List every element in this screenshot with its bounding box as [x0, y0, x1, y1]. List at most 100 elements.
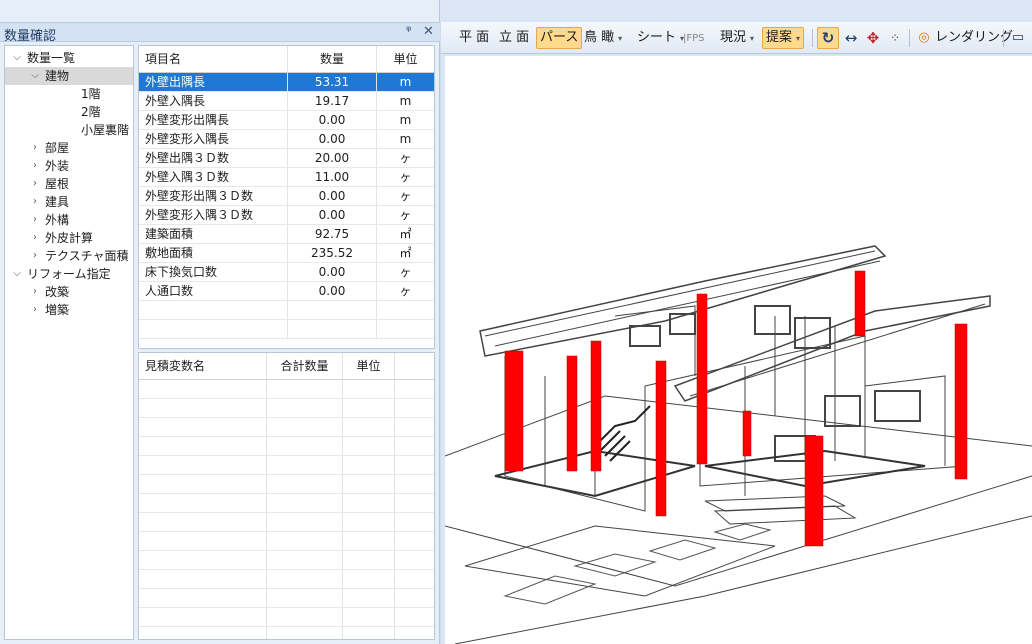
empty-cell — [395, 437, 434, 455]
tree-item-label: 部屋 — [45, 141, 70, 155]
column-header-total-qty[interactable]: 合計数量 — [267, 353, 343, 379]
empty-cell — [139, 320, 288, 338]
tree-item[interactable]: › 増築 — [5, 301, 133, 319]
chevron-down-icon[interactable]: ⌵ — [11, 265, 23, 283]
tree-item[interactable]: › 屋根 — [5, 175, 133, 193]
chevron-down-icon[interactable]: ⌵ — [29, 67, 41, 85]
empty-cell — [267, 513, 343, 531]
current-state-button[interactable]: 現況 ▾ — [720, 27, 754, 49]
tree-item-label: 外装 — [45, 159, 70, 173]
refresh-icon[interactable]: ↻ — [817, 27, 839, 49]
cell-qty: 0.00 — [288, 263, 377, 281]
table-header-row: 見積変数名 合計数量 単位 — [139, 353, 434, 380]
table-row[interactable]: 外壁変形入隅３Ｄ数 0.00 ヶ — [139, 206, 434, 225]
chevron-down-icon: ▾ — [618, 34, 623, 43]
monitor-icon[interactable]: ▭ — [1007, 27, 1029, 49]
cell-qty: 11.00 — [288, 168, 377, 186]
birdseye-view-button[interactable]: 鳥 瞰 ▾ — [584, 27, 622, 49]
empty-cell — [343, 551, 395, 569]
chevron-right-icon[interactable]: › — [29, 175, 41, 193]
fps-label: |FPS — [683, 33, 705, 44]
tree-item[interactable]: › テクスチャ面積 — [5, 247, 133, 265]
chevron-right-icon[interactable]: › — [29, 157, 41, 175]
cell-name: 人通口数 — [139, 282, 288, 300]
tree-item[interactable]: › 改築 — [5, 283, 133, 301]
table-row[interactable]: 外壁出隅３Ｄ数 20.00 ヶ — [139, 149, 434, 168]
table-row[interactable]: 建築面積 92.75 ㎡ — [139, 225, 434, 244]
table-row[interactable]: 外壁入隅３Ｄ数 11.00 ヶ — [139, 168, 434, 187]
tree-item[interactable]: 1階 — [5, 85, 133, 103]
table-row[interactable]: 敷地面積 235.52 ㎡ — [139, 244, 434, 263]
current-label: 現況 — [720, 30, 747, 45]
cell-unit: m — [377, 92, 434, 110]
empty-cell — [267, 551, 343, 569]
column-header-unit[interactable]: 単位 — [377, 46, 434, 72]
empty-cell — [139, 475, 267, 493]
cell-name: 敷地面積 — [139, 244, 288, 262]
highlighted-column — [696, 293, 708, 465]
sheet-button[interactable]: シート ▾ — [637, 27, 684, 49]
empty-row — [139, 570, 434, 589]
tree-item[interactable]: › 部屋 — [5, 139, 133, 157]
tree-item[interactable]: › 外構 — [5, 211, 133, 229]
cell-qty: 0.00 — [288, 206, 377, 224]
highlighted-column — [954, 323, 968, 480]
tree-item[interactable]: › 外装 — [5, 157, 133, 175]
column-header-estimate-name[interactable]: 見積変数名 — [139, 353, 267, 379]
empty-row — [139, 380, 434, 399]
horizontal-arrows-icon[interactable]: ↔ — [840, 27, 862, 49]
tree-item[interactable]: ⌵ リフォーム指定 — [5, 265, 133, 283]
chevron-right-icon[interactable]: › — [29, 229, 41, 247]
empty-cell — [377, 320, 434, 338]
empty-cell — [395, 551, 434, 569]
elevation-view-button[interactable]: 立 面 — [499, 27, 529, 49]
tree-item[interactable]: 小屋裏階 — [5, 121, 133, 139]
proposal-button[interactable]: 提案 ▾ — [762, 27, 805, 49]
empty-row — [139, 301, 434, 320]
empty-cell — [139, 418, 267, 436]
highlighted-column — [590, 340, 602, 472]
empty-cell — [139, 513, 267, 531]
move-arrows-icon[interactable]: ✥ — [862, 27, 884, 49]
tree-item[interactable]: 2階 — [5, 103, 133, 121]
table-row[interactable]: 外壁変形出隅長 0.00 m — [139, 111, 434, 130]
tree-item[interactable]: › 建具 — [5, 193, 133, 211]
close-icon[interactable]: ✕ — [423, 24, 434, 39]
chevron-down-icon[interactable]: ⌵ — [11, 49, 23, 67]
chevron-right-icon[interactable]: › — [29, 301, 41, 319]
cell-unit: ㎡ — [377, 225, 434, 243]
table-row[interactable]: 外壁変形出隅３Ｄ数 0.00 ヶ — [139, 187, 434, 206]
tree-item-label: 外構 — [45, 213, 70, 227]
tree-item-label: 1階 — [81, 87, 101, 101]
perspective-view-button[interactable]: パース — [536, 27, 583, 49]
chevron-right-icon[interactable]: › — [29, 193, 41, 211]
chevron-right-icon[interactable]: › — [29, 139, 41, 157]
chevron-down-icon: ▾ — [750, 34, 755, 43]
empty-cell — [267, 570, 343, 588]
table-row[interactable]: 外壁出隅長 53.31 m — [139, 73, 434, 92]
tree-item[interactable]: › 外皮計算 — [5, 229, 133, 247]
column-header-qty[interactable]: 数量 — [288, 46, 377, 72]
table-row[interactable]: 人通口数 0.00 ヶ — [139, 282, 434, 301]
empty-cell — [343, 380, 395, 398]
plan-view-button[interactable]: 平 面 — [459, 27, 489, 49]
empty-cell — [343, 608, 395, 626]
column-header-name[interactable]: 項目名 — [139, 46, 288, 72]
chevron-right-icon[interactable]: › — [29, 247, 41, 265]
table-row[interactable]: 床下換気口数 0.00 ヶ — [139, 263, 434, 282]
tree-item[interactable]: ⌵ 数量一覧 — [5, 49, 133, 67]
table-row[interactable]: 外壁入隅長 19.17 m — [139, 92, 434, 111]
table-row[interactable]: 外壁変形入隅長 0.00 m — [139, 130, 434, 149]
3d-viewport[interactable] — [445, 56, 1032, 644]
tree-item-label: 小屋裏階 — [81, 123, 130, 137]
rendering-button[interactable]: レンダリング — [935, 27, 1013, 49]
empty-cell — [267, 437, 343, 455]
column-header-unit[interactable]: 単位 — [343, 353, 395, 379]
tree-item-label: 増築 — [45, 303, 70, 317]
cell-unit: ヶ — [377, 149, 434, 167]
pin-icon[interactable]: ᵠ — [406, 24, 411, 39]
chevron-right-icon[interactable]: › — [29, 211, 41, 229]
footsteps-icon[interactable]: ⁘ — [884, 27, 906, 49]
chevron-right-icon[interactable]: › — [29, 283, 41, 301]
tree-item[interactable]: ⌵ 建物 — [5, 67, 133, 85]
